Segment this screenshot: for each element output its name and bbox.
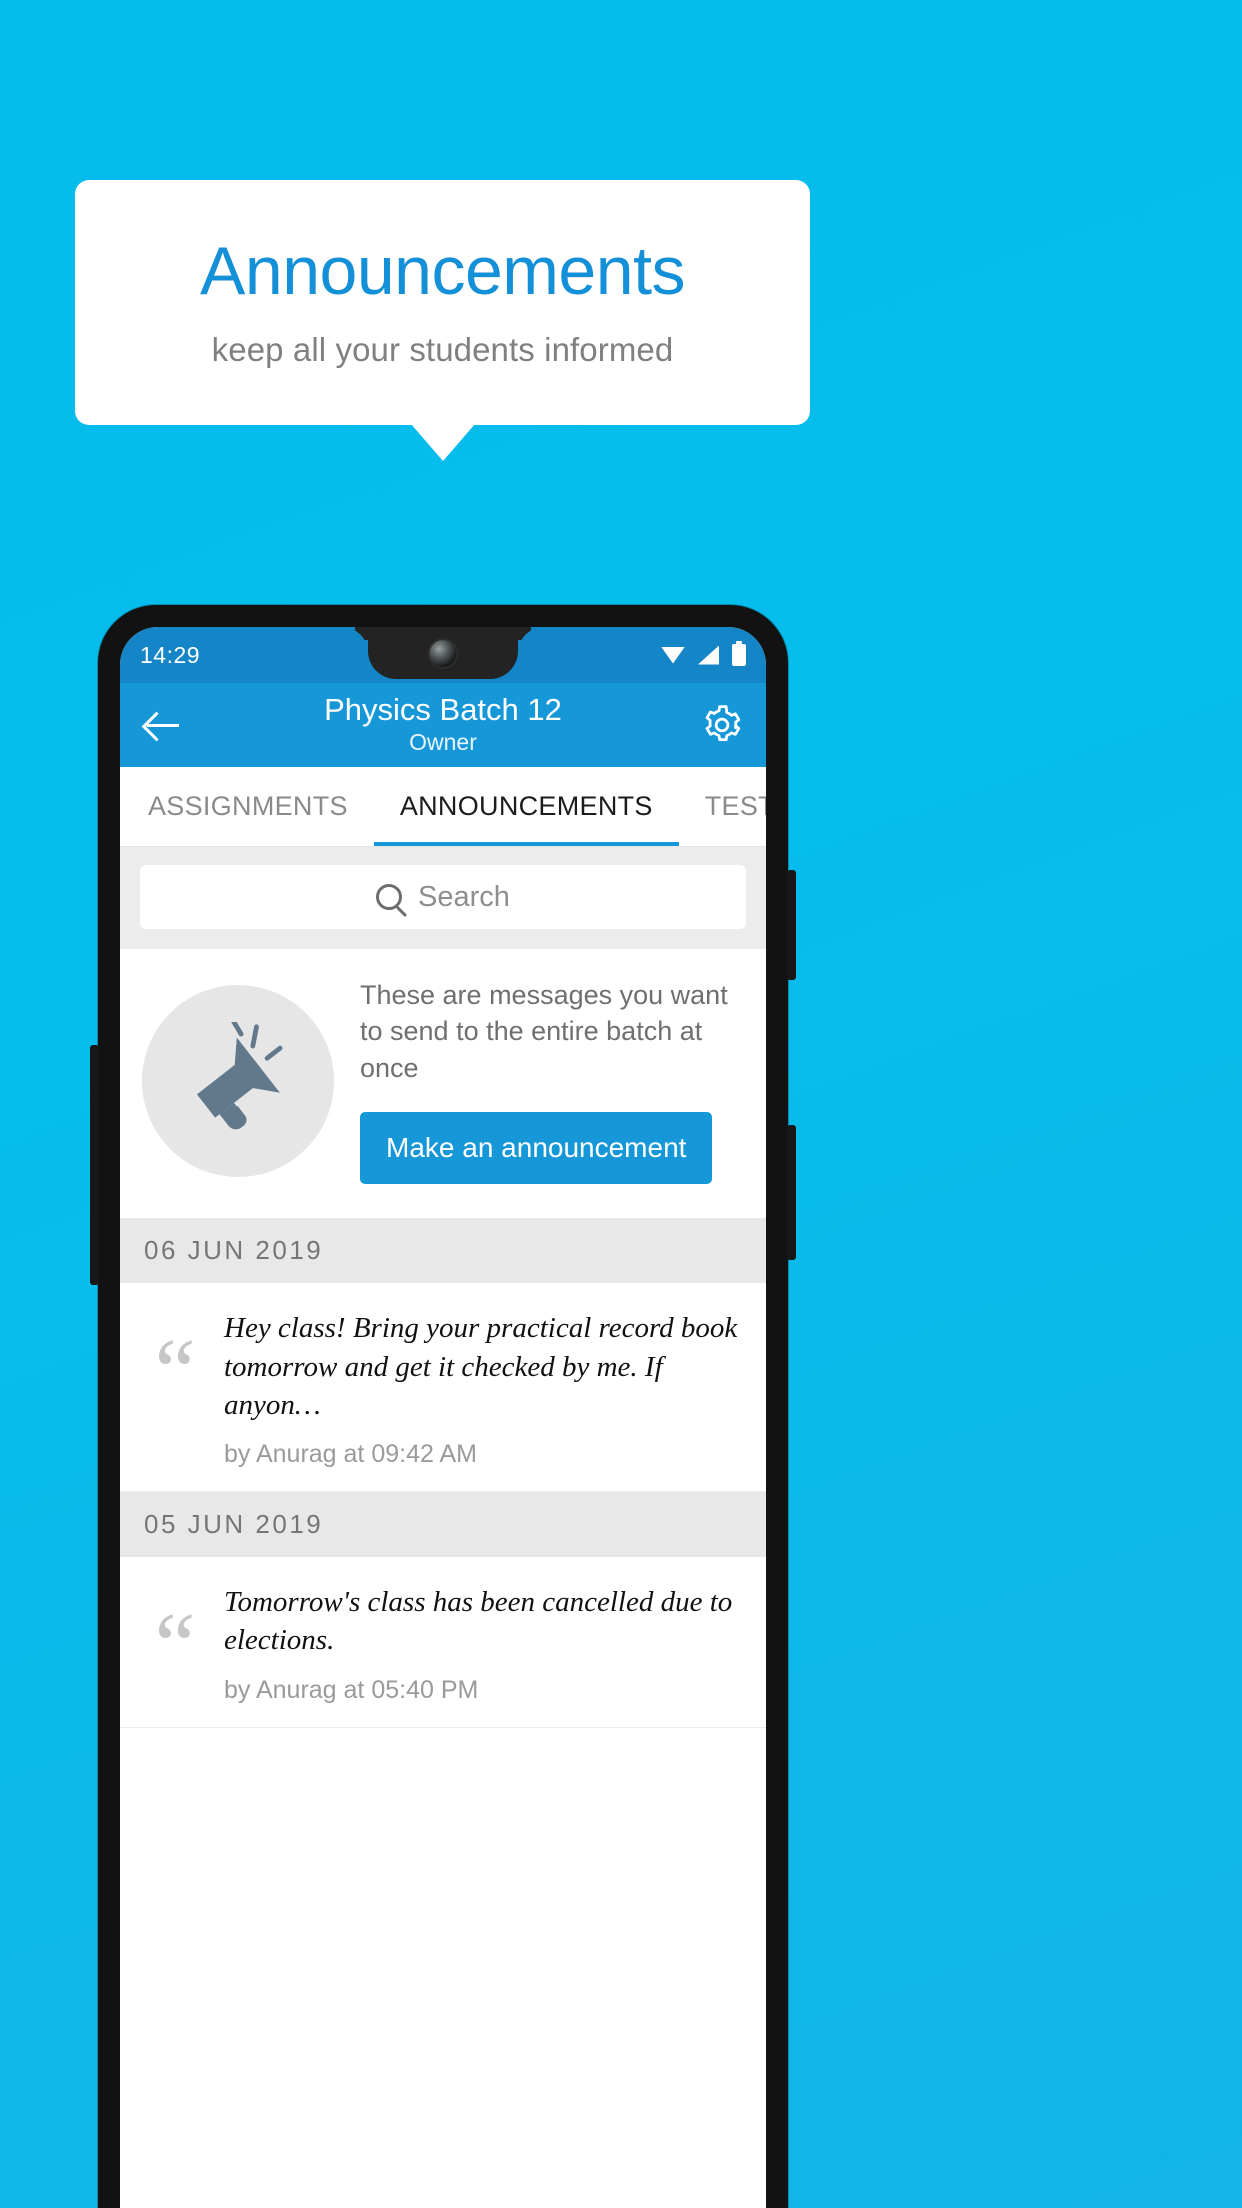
announcement-text: Tomorrow's class has been cancelled due … (224, 1586, 733, 1657)
status-bar: 14:29 (120, 627, 766, 683)
megaphone-icon (196, 1021, 283, 1129)
callout-arrow (411, 424, 475, 461)
phone-notch (368, 627, 518, 679)
wifi-icon (661, 646, 685, 664)
page-title: Announcements (200, 232, 685, 309)
tab-announcements[interactable]: ANNOUNCEMENTS (373, 767, 679, 846)
back-arrow-icon[interactable] (142, 704, 184, 746)
status-time: 14:29 (140, 641, 201, 668)
promo-screenshot: Announcements keep all your students inf… (0, 0, 1242, 2208)
batch-title: Physics Batch 12 (324, 692, 562, 728)
callout-card: Announcements keep all your students inf… (75, 180, 810, 425)
announcement-item[interactable]: “ Hey class! Bring your practical record… (120, 1283, 766, 1493)
status-icon-group (661, 641, 746, 666)
search-input[interactable]: Search (140, 865, 746, 929)
app-bar: Physics Batch 12 Owner (120, 683, 766, 767)
quote-icon: “ (154, 1320, 196, 1423)
announcement-text: Hey class! Bring your practical record b… (224, 1312, 738, 1421)
volume-button[interactable] (787, 1125, 796, 1260)
gear-icon[interactable] (700, 703, 744, 747)
announcement-body: Hey class! Bring your practical record b… (224, 1309, 742, 1469)
announcement-item[interactable]: “ Tomorrow's class has been cancelled du… (120, 1557, 766, 1728)
announcement-byline: by Anurag at 05:40 PM (224, 1675, 479, 1704)
promo-content: These are messages you want to send to t… (360, 977, 744, 1185)
power-button[interactable] (787, 870, 796, 980)
make-announcement-button[interactable]: Make an announcement (360, 1112, 713, 1185)
batch-role: Owner (409, 728, 477, 755)
tab-assignments[interactable]: ASSIGNMENTS (120, 767, 374, 846)
phone-screen: 14:29 Physics Batch 12 Owner ASSIGNMENTS… (120, 627, 766, 2208)
battery-icon (732, 641, 746, 666)
app-bar-titles: Physics Batch 12 Owner (120, 692, 766, 758)
signal-icon (698, 645, 719, 665)
search-icon (376, 884, 403, 910)
megaphone-badge (142, 984, 334, 1177)
tab-bar: ASSIGNMENTS ANNOUNCEMENTS TESTS ’ (120, 767, 766, 847)
tab-tests[interactable]: TESTS (679, 767, 766, 846)
promo-description: These are messages you want to send to t… (360, 980, 728, 1083)
quote-icon: “ (154, 1594, 196, 1697)
date-header: 05 JUN 2019 (120, 1492, 766, 1558)
search-placeholder: Search (418, 880, 510, 913)
page-subtitle: keep all your students informed (211, 330, 674, 368)
announcement-byline: by Anurag at 09:42 AM (224, 1440, 477, 1469)
promo-section: These are messages you want to send to t… (120, 949, 766, 1219)
front-camera (429, 640, 457, 667)
announcement-body: Tomorrow's class has been cancelled due … (224, 1583, 742, 1705)
side-button[interactable] (90, 1045, 99, 1285)
phone-frame: 14:29 Physics Batch 12 Owner ASSIGNMENTS… (90, 605, 796, 2208)
search-section: Search (120, 847, 766, 949)
date-header: 06 JUN 2019 (120, 1218, 766, 1284)
